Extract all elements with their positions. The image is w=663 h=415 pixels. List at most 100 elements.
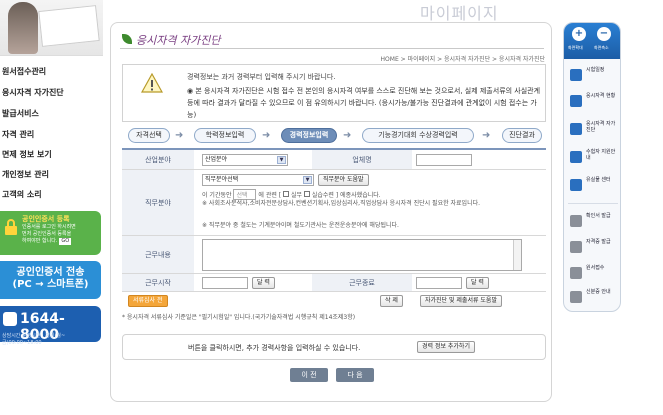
content-label: 근무내용 bbox=[122, 236, 194, 273]
quick-item-label: 시험일정 bbox=[586, 67, 605, 73]
sidebar-item-issuance[interactable]: 발급서비스 bbox=[2, 108, 39, 119]
notice-box: 경력정보는 과거 경력부터 입력해 주시기 바랍니다. ◉ 본 응시자격 자가진… bbox=[122, 64, 546, 122]
add-career-button[interactable]: 경력 정보 추가하기 bbox=[417, 341, 475, 353]
company-input[interactable] bbox=[416, 154, 472, 166]
callcenter-banner: 1644-8000 상담시간 운영시간 : 평일(월~금)09:00~18:00 bbox=[0, 306, 101, 346]
quick-item-label: 유실물 센터 bbox=[586, 177, 611, 183]
review-status-button[interactable]: 서류심사 전 bbox=[128, 295, 168, 307]
start-label: 근무시작 bbox=[122, 274, 194, 291]
box-icon bbox=[570, 179, 582, 191]
practice-checkbox[interactable] bbox=[283, 191, 290, 197]
period-opt1: 실무 bbox=[290, 192, 303, 199]
period-row: 이 기간동안 선택 에 관련 [ 실무 실습수련 ] 에종사했습니다. bbox=[202, 189, 381, 200]
title-divider bbox=[120, 48, 544, 49]
step-career[interactable]: 경력정보입력 bbox=[281, 128, 337, 143]
page-heading: 마이페이지 bbox=[420, 4, 499, 23]
license-icon bbox=[570, 241, 582, 253]
notice-line2: ◉ 본 응시자격 자가진단은 시험 접수 전 본인의 응시자격 여부를 스스로 … bbox=[187, 87, 541, 119]
quick-item-id-guide[interactable]: 신분증 안내 bbox=[568, 287, 618, 311]
delete-button[interactable]: 삭 제 bbox=[380, 295, 403, 307]
quick-item-certificate[interactable]: 확인서 발급 bbox=[568, 211, 618, 235]
quick-divider bbox=[568, 203, 618, 204]
form-row-dates: 근무시작 달 력 근무종료 달 력 bbox=[122, 274, 546, 292]
quick-item-label: 신분증 안내 bbox=[586, 289, 611, 295]
form-row-actions: 서류심사 전 삭 제 자가진단 및 제출서류 도움말 bbox=[122, 292, 546, 310]
start-date-input[interactable] bbox=[202, 277, 248, 289]
step-education[interactable]: 학력정보입력 bbox=[194, 128, 256, 143]
quick-item-status[interactable]: 응시자격 현황 bbox=[568, 91, 618, 115]
quick-menu-header: + − 화면확대 화면축소 bbox=[564, 23, 620, 59]
quick-item-label: 응시자격 자가진단 bbox=[586, 121, 616, 133]
sidebar-item-customer-voice[interactable]: 고객의 소리 bbox=[2, 189, 42, 200]
form-row-industry: 산업분야 산업분야 ▼ 업체명 bbox=[122, 150, 546, 170]
step-qualification[interactable]: 자격선택 bbox=[128, 128, 170, 143]
zoom-in-icon[interactable]: + bbox=[572, 27, 586, 41]
industry-select[interactable]: 산업분야 ▼ bbox=[202, 154, 288, 166]
career-form: 산업분야 산업분야 ▼ 업체명 직무분야 직무분야선택 ▼ 직무분야 도움말 이… bbox=[122, 148, 546, 308]
sidebar-item-qualification[interactable]: 자격 관리 bbox=[2, 129, 34, 140]
quick-item-label: 원서접수 bbox=[586, 265, 605, 271]
sidebar-item-exemption[interactable]: 면제 정보 보기 bbox=[2, 149, 52, 160]
step-arrow-icon: ➜ bbox=[262, 130, 271, 141]
quick-item-support[interactable]: 수험자 지원안내 bbox=[568, 147, 618, 171]
cert-register-line1: 인증서를 로그인 하시려면 bbox=[22, 224, 76, 230]
lock-icon bbox=[5, 219, 17, 235]
prev-button[interactable]: 이 전 bbox=[290, 368, 328, 382]
section-title: 응시자격 자가진단 bbox=[136, 34, 221, 47]
training-checkbox[interactable] bbox=[303, 191, 310, 197]
phone-icon bbox=[3, 312, 17, 326]
zoom-in-label: 화면확대 bbox=[568, 45, 583, 50]
period-text3: ] 에종사했습니다. bbox=[335, 192, 381, 199]
step-arrow-icon: ➜ bbox=[482, 130, 491, 141]
cert-transfer-banner[interactable]: 공인인증서 전송 (PC → 스마트폰) bbox=[0, 261, 101, 299]
quick-item-apply[interactable]: 원서접수 bbox=[568, 263, 618, 287]
duty-help-button[interactable]: 직무분야 도움말 bbox=[318, 174, 369, 186]
start-calendar-button[interactable]: 달 력 bbox=[252, 277, 275, 289]
form-row-content: 근무내용 bbox=[122, 236, 546, 274]
zoom-out-icon[interactable]: − bbox=[597, 27, 611, 41]
quick-item-label: 자격증 발급 bbox=[586, 239, 611, 245]
sidebar-item-application[interactable]: 원서접수관리 bbox=[2, 66, 46, 77]
step-award[interactable]: 기능경기대회 수상경력입력 bbox=[362, 128, 474, 143]
period-opt2: 실습수련 bbox=[311, 192, 334, 199]
quick-menu: + − 화면확대 화면축소 시험일정 응시자격 현황 응시자격 자가진단 수험자… bbox=[563, 22, 621, 312]
next-button[interactable]: 다 음 bbox=[336, 368, 374, 382]
step-arrow-icon: ➜ bbox=[343, 130, 352, 141]
hint-text: 버튼을 클릭하시면, 추가 경력사항을 입력하실 수 있습니다. bbox=[188, 344, 361, 352]
support-icon bbox=[570, 151, 582, 163]
company-label: 업체명 bbox=[312, 150, 412, 169]
quick-item-lost-found[interactable]: 유실물 센터 bbox=[568, 175, 618, 199]
end-label: 근무종료 bbox=[312, 274, 412, 291]
period-select[interactable]: 선택 bbox=[233, 189, 257, 200]
duty-select-value: 직무분야선택 bbox=[205, 176, 239, 183]
sidebar-item-self-diagnosis[interactable]: 응시자격 자가진단 bbox=[2, 87, 64, 98]
cert-register-banner[interactable]: 공인인증서 등록 인증서를 로그인 하시려면 먼저 공인인증서 등록을 하여야만… bbox=[0, 211, 101, 255]
scrollbar[interactable] bbox=[513, 240, 521, 270]
end-date-input[interactable] bbox=[416, 277, 462, 289]
quick-item-schedule[interactable]: 시험일정 bbox=[568, 65, 618, 89]
footnote: * 응시자격 서류심사 기준일은 "필기시험일" 입니다.(국가기술자격법 시행… bbox=[122, 314, 356, 321]
status-icon bbox=[570, 95, 582, 107]
quick-item-self-diagnosis[interactable]: 응시자격 자가진단 bbox=[568, 119, 618, 143]
duty-label: 직무분야 bbox=[122, 170, 194, 235]
form-row-duty: 직무분야 직무분야선택 ▼ 직무분야 도움말 이 기간동안 선택 에 관련 [ … bbox=[122, 170, 546, 236]
warning-icon bbox=[141, 73, 163, 93]
cert-register-line2: 먼저 공인인증서 등록을 bbox=[22, 231, 72, 237]
step-result[interactable]: 진단결과 bbox=[502, 128, 542, 143]
quick-item-license[interactable]: 자격증 발급 bbox=[568, 237, 618, 261]
sidebar-item-personal-info[interactable]: 개인정보 관리 bbox=[2, 169, 49, 180]
chevron-down-icon: ▼ bbox=[277, 156, 286, 164]
doc-help-button[interactable]: 자가진단 및 제출서류 도움말 bbox=[420, 295, 502, 307]
content-textarea[interactable] bbox=[202, 239, 522, 271]
end-calendar-button[interactable]: 달 력 bbox=[466, 277, 489, 289]
go-button[interactable]: GO bbox=[59, 238, 72, 245]
duty-select[interactable]: 직무분야선택 ▼ bbox=[202, 174, 314, 186]
quick-item-label: 수험자 지원안내 bbox=[586, 149, 616, 161]
calendar-icon bbox=[570, 69, 582, 81]
callcenter-hours: 상담시간 운영시간 : 평일(월~금)09:00~18:00 bbox=[2, 333, 66, 346]
quick-item-label: 확인서 발급 bbox=[586, 213, 611, 219]
form-icon bbox=[570, 267, 582, 279]
industry-select-value: 산업분야 bbox=[205, 156, 228, 163]
sidebar-banner bbox=[0, 0, 103, 56]
period-text1: 이 기간동안 bbox=[202, 192, 232, 199]
